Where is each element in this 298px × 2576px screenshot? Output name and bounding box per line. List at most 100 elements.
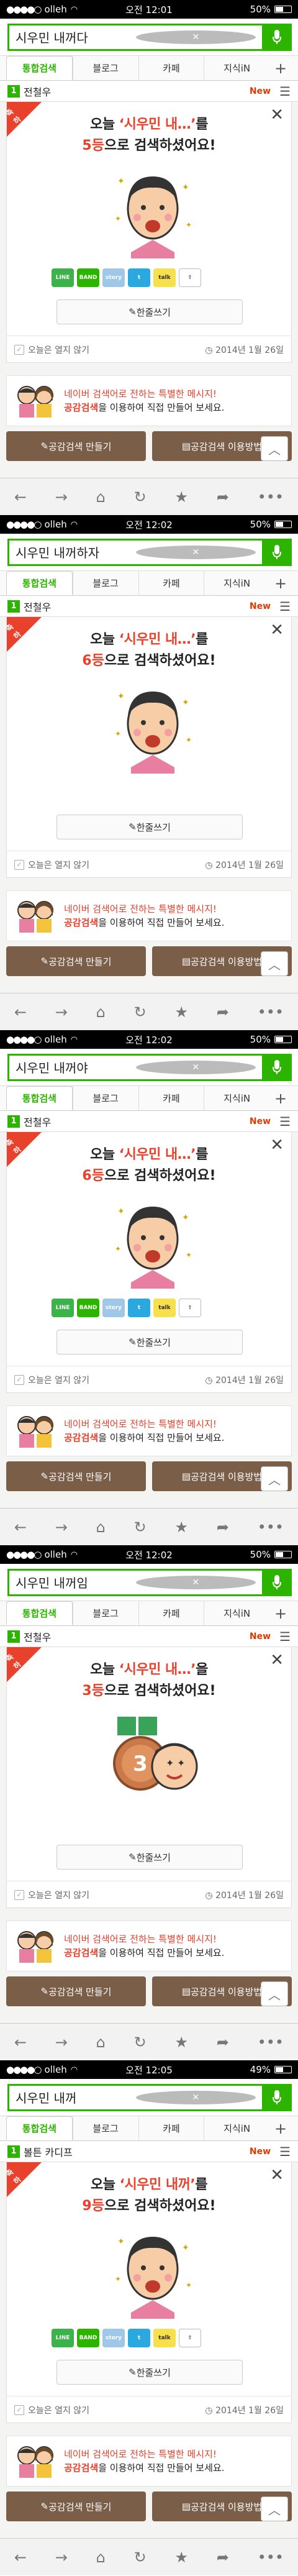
tab-kin[interactable]: 지식iN <box>204 571 269 595</box>
make-empathy-search-button[interactable]: ✎ 공감검색 만들기 <box>6 1976 146 2006</box>
tab-add-icon[interactable]: + <box>269 571 292 595</box>
share-icon[interactable]: ➦ <box>217 2549 229 2566</box>
line-share-icon[interactable]: LINE <box>52 1299 74 1317</box>
back-arrow-icon[interactable]: ← <box>14 1003 27 1021</box>
more-icon[interactable]: ••• <box>258 1003 284 1021</box>
menu-icon[interactable]: ☰ <box>279 84 291 99</box>
share-icon[interactable]: ➦ <box>217 1519 229 1536</box>
scroll-up-button[interactable]: ︿ <box>261 951 288 976</box>
tab-all[interactable]: 통합검색 <box>6 2116 73 2140</box>
tab-kin[interactable]: 지식iN <box>204 1601 269 1625</box>
hide-today-checkbox[interactable]: ✓ <box>14 859 24 870</box>
back-arrow-icon[interactable]: ← <box>14 488 27 506</box>
mic-icon[interactable] <box>262 2083 292 2111</box>
write-comment-button[interactable]: ✎ 한줄쓰기 <box>56 299 243 324</box>
realtime-rank[interactable]: 1 전철우 New ☰ <box>0 1626 298 1647</box>
twitter-share-icon[interactable]: t <box>128 2329 150 2347</box>
clear-icon[interactable]: ✕ <box>135 30 256 44</box>
mic-icon[interactable] <box>262 1053 292 1081</box>
more-share-icon[interactable]: ⇪ <box>179 1299 201 1317</box>
tab-kin[interactable]: 지식iN <box>204 2116 269 2140</box>
share-icon[interactable]: ➦ <box>217 1003 229 1021</box>
home-icon[interactable]: ⌂ <box>96 1003 106 1021</box>
back-arrow-icon[interactable]: ← <box>14 1519 27 1536</box>
refresh-icon[interactable]: ↻ <box>134 488 147 506</box>
tab-add-icon[interactable]: + <box>269 1086 292 1110</box>
hide-today-checkbox[interactable]: ✓ <box>14 344 24 355</box>
forward-arrow-icon[interactable]: → <box>55 1519 68 1536</box>
clear-icon[interactable]: ✕ <box>135 1060 256 1074</box>
home-icon[interactable]: ⌂ <box>96 2034 106 2051</box>
forward-arrow-icon[interactable]: → <box>55 2034 68 2051</box>
scroll-up-button[interactable]: ︿ <box>261 436 288 461</box>
mic-icon[interactable] <box>262 1568 292 1596</box>
search-input[interactable]: 시우민 내꺼다 ✕ <box>7 23 262 51</box>
mic-icon[interactable] <box>262 23 292 51</box>
realtime-rank[interactable]: 1 전철우 New ☰ <box>0 1111 298 1132</box>
bookmark-star-icon[interactable]: ★ <box>174 1003 188 1021</box>
make-empathy-search-button[interactable]: ✎ 공감검색 만들기 <box>6 946 146 976</box>
bookmark-star-icon[interactable]: ★ <box>174 488 188 506</box>
share-icon[interactable]: ➦ <box>217 2034 229 2051</box>
tab-blog[interactable]: 블로그 <box>72 1086 138 1110</box>
tab-blog[interactable]: 블로그 <box>72 2116 138 2140</box>
tab-cafe[interactable]: 카페 <box>138 1086 204 1110</box>
mic-icon[interactable] <box>262 538 292 566</box>
scroll-up-button[interactable]: ︿ <box>261 1981 288 2006</box>
share-icon[interactable]: ➦ <box>217 488 229 506</box>
bookmark-star-icon[interactable]: ★ <box>174 2549 188 2566</box>
clear-icon[interactable]: ✕ <box>135 545 256 559</box>
kakaostory-share-icon[interactable]: story <box>102 2329 125 2347</box>
more-icon[interactable]: ••• <box>258 2034 284 2051</box>
refresh-icon[interactable]: ↻ <box>134 1003 147 1021</box>
write-comment-button[interactable]: ✎ 한줄쓰기 <box>56 1330 243 1354</box>
realtime-rank[interactable]: 1 전철우 New ☰ <box>0 81 298 102</box>
kakaostory-share-icon[interactable]: story <box>102 268 125 287</box>
search-input[interactable]: 시우민 내꺼야 ✕ <box>7 1053 262 1081</box>
tab-kin[interactable]: 지식iN <box>204 1086 269 1110</box>
forward-arrow-icon[interactable]: → <box>55 488 68 506</box>
make-empathy-search-button[interactable]: ✎ 공감검색 만들기 <box>6 431 146 461</box>
menu-icon[interactable]: ☰ <box>279 1629 291 1644</box>
band-share-icon[interactable]: BAND <box>77 1299 99 1317</box>
search-input[interactable]: 시우민 내꺼하자 ✕ <box>7 538 262 566</box>
tab-add-icon[interactable]: + <box>269 2116 292 2140</box>
scroll-up-button[interactable]: ︿ <box>261 1466 288 1491</box>
tab-cafe[interactable]: 카페 <box>138 1601 204 1625</box>
refresh-icon[interactable]: ↻ <box>134 1519 147 1536</box>
clear-icon[interactable]: ✕ <box>135 1575 256 1589</box>
search-input[interactable]: 시우민 내꺼 ✕ <box>7 2083 262 2111</box>
menu-icon[interactable]: ☰ <box>279 1114 291 1129</box>
refresh-icon[interactable]: ↻ <box>134 2034 147 2051</box>
realtime-rank[interactable]: 1 볼튼 카디프 New ☰ <box>0 2141 298 2162</box>
tab-blog[interactable]: 블로그 <box>72 56 138 80</box>
twitter-share-icon[interactable]: t <box>128 268 150 287</box>
home-icon[interactable]: ⌂ <box>96 1519 106 1536</box>
home-icon[interactable]: ⌂ <box>96 488 106 506</box>
tab-all[interactable]: 통합검색 <box>6 56 73 80</box>
forward-arrow-icon[interactable]: → <box>55 2549 68 2566</box>
bookmark-star-icon[interactable]: ★ <box>174 1519 188 1536</box>
bookmark-star-icon[interactable]: ★ <box>174 2034 188 2051</box>
band-share-icon[interactable]: BAND <box>77 268 99 287</box>
tab-cafe[interactable]: 카페 <box>138 2116 204 2140</box>
scroll-up-button[interactable]: ︿ <box>261 2496 288 2521</box>
twitter-share-icon[interactable]: t <box>128 1299 150 1317</box>
hide-today-checkbox[interactable]: ✓ <box>14 1889 24 1900</box>
more-share-icon[interactable]: ⇪ <box>179 2329 201 2347</box>
tab-cafe[interactable]: 카페 <box>138 571 204 595</box>
tab-blog[interactable]: 블로그 <box>72 1601 138 1625</box>
kakaotalk-share-icon[interactable]: talk <box>153 268 176 287</box>
make-empathy-search-button[interactable]: ✎ 공감검색 만들기 <box>6 2492 146 2521</box>
band-share-icon[interactable]: BAND <box>77 2329 99 2347</box>
write-comment-button[interactable]: ✎ 한줄쓰기 <box>56 1845 243 1870</box>
forward-arrow-icon[interactable]: → <box>55 1003 68 1021</box>
menu-icon[interactable]: ☰ <box>279 599 291 614</box>
line-share-icon[interactable]: LINE <box>52 2329 74 2347</box>
kakaostory-share-icon[interactable]: story <box>102 1299 125 1317</box>
tab-all[interactable]: 통합검색 <box>6 1601 73 1625</box>
tab-add-icon[interactable]: + <box>269 56 292 80</box>
tab-kin[interactable]: 지식iN <box>204 56 269 80</box>
refresh-icon[interactable]: ↻ <box>134 2549 147 2566</box>
make-empathy-search-button[interactable]: ✎ 공감검색 만들기 <box>6 1461 146 1491</box>
